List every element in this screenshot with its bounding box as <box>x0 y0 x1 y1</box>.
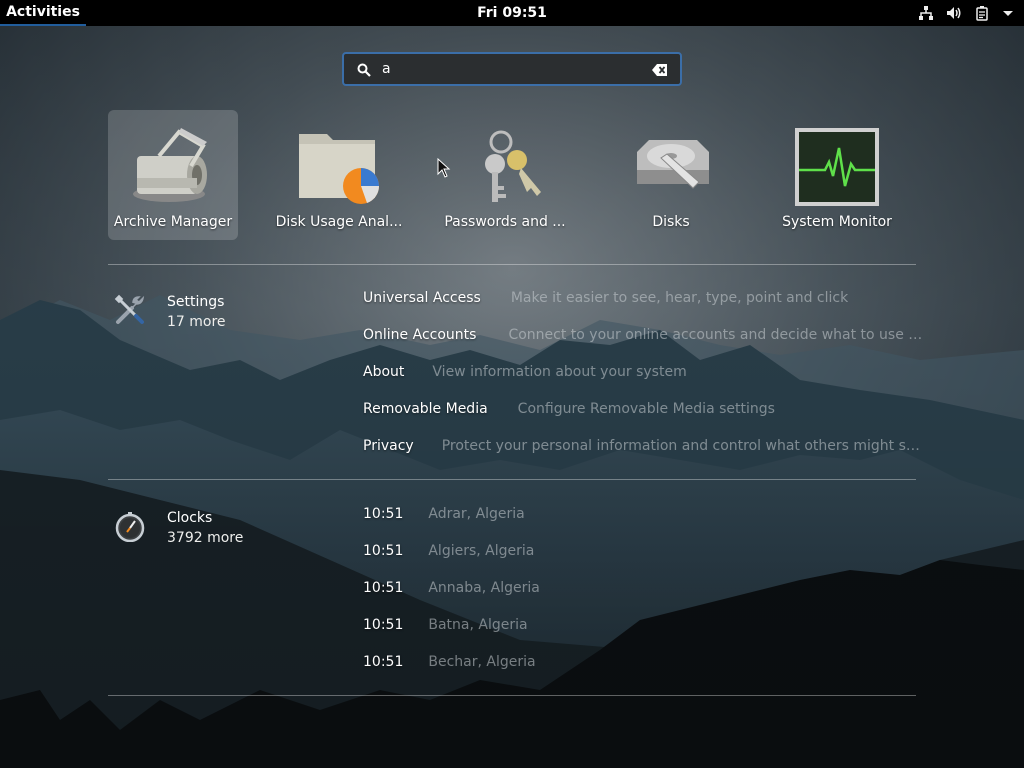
result-place: Algiers, Algeria <box>428 543 535 559</box>
result-place: Bechar, Algeria <box>428 654 536 670</box>
mouse-pointer-icon <box>437 157 451 182</box>
app-label: Disks <box>652 214 690 230</box>
result-title: Online Accounts <box>363 327 477 343</box>
search-entry[interactable] <box>342 52 682 86</box>
settings-result-removable-media[interactable]: Removable Media Configure Removable Medi… <box>363 401 923 438</box>
top-bar: Activities Fri 09:51 <box>0 0 1024 26</box>
app-disk-usage-analyzer[interactable]: Disk Usage Anal... <box>274 110 404 240</box>
archive-manager-icon <box>129 126 217 208</box>
result-place: Annaba, Algeria <box>428 580 540 596</box>
settings-result-privacy[interactable]: Privacy Protect your personal informatio… <box>363 438 923 475</box>
result-title: Privacy <box>363 438 414 454</box>
app-label: Archive Manager <box>113 214 233 230</box>
result-description: Make it easier to see, hear, type, point… <box>510 290 849 306</box>
edit-clear-icon[interactable] <box>652 62 668 81</box>
result-title: Universal Access <box>363 290 481 306</box>
system-menu-arrow-icon[interactable] <box>1002 7 1014 19</box>
result-time: 10:51 <box>363 580 404 596</box>
result-time: 10:51 <box>363 654 404 670</box>
result-description: Configure Removable Media settings <box>517 401 775 417</box>
result-description: Connect to your online accounts and deci… <box>508 327 923 343</box>
clock-display: Fri 09:51 <box>0 0 1024 26</box>
app-label: Passwords and ... <box>444 214 566 230</box>
provider-clocks[interactable]: Clocks 3792 more <box>112 508 243 548</box>
result-title: About <box>363 364 405 380</box>
settings-results-list: Universal Access Make it easier to see, … <box>363 290 923 475</box>
settings-tools-icon <box>112 292 148 328</box>
provider-text: Clocks 3792 more <box>167 508 243 548</box>
settings-result-universal-access[interactable]: Universal Access Make it easier to see, … <box>363 290 923 327</box>
clocks-results-list: 10:51 Adrar, Algeria 10:51 Algiers, Alge… <box>363 506 923 691</box>
result-place: Batna, Algeria <box>428 617 528 633</box>
app-label: System Monitor <box>782 214 892 230</box>
provider-more-count: 17 more <box>167 314 226 330</box>
settings-result-online-accounts[interactable]: Online Accounts Connect to your online a… <box>363 327 923 364</box>
clock-result-bechar[interactable]: 10:51 Bechar, Algeria <box>363 654 923 691</box>
provider-text: Settings 17 more <box>167 292 226 332</box>
clock-result-batna[interactable]: 10:51 Batna, Algeria <box>363 617 923 654</box>
result-time: 10:51 <box>363 543 404 559</box>
system-tray[interactable] <box>918 0 1014 26</box>
result-time: 10:51 <box>363 506 404 522</box>
clock-result-adrar[interactable]: 10:51 Adrar, Algeria <box>363 506 923 543</box>
provider-name: Settings <box>167 294 225 310</box>
network-wired-icon[interactable] <box>918 5 934 21</box>
result-time: 10:51 <box>363 617 404 633</box>
provider-name: Clocks <box>167 510 213 526</box>
section-divider <box>108 695 916 696</box>
search-input[interactable] <box>382 58 642 80</box>
system-monitor-icon <box>793 126 881 208</box>
disk-usage-analyzer-icon <box>295 126 383 208</box>
section-divider <box>108 479 916 480</box>
app-archive-manager[interactable]: Archive Manager <box>108 110 238 240</box>
app-label: Disk Usage Anal... <box>275 214 403 230</box>
battery-icon[interactable] <box>974 5 990 21</box>
section-divider <box>108 264 916 265</box>
clock-button[interactable]: Fri 09:51 <box>477 5 547 21</box>
app-system-monitor[interactable]: System Monitor <box>772 110 902 240</box>
volume-icon[interactable] <box>946 5 962 21</box>
provider-settings[interactable]: Settings 17 more <box>112 292 226 332</box>
passwords-keys-icon <box>461 126 549 208</box>
app-search-results: Archive Manager Disk Usage Anal... Passw… <box>0 110 1024 242</box>
result-description: View information about your system <box>432 364 687 380</box>
result-place: Adrar, Algeria <box>428 506 525 522</box>
search-icon <box>357 62 371 81</box>
result-description: Protect your personal information and co… <box>441 438 923 454</box>
app-passwords-and-keys[interactable]: Passwords and ... <box>440 110 570 240</box>
clocks-icon <box>112 508 148 544</box>
result-title: Removable Media <box>363 401 488 417</box>
settings-result-about[interactable]: About View information about your system <box>363 364 923 401</box>
app-disks[interactable]: Disks <box>606 110 736 240</box>
disks-icon <box>627 126 715 208</box>
provider-more-count: 3792 more <box>167 530 244 546</box>
clock-result-algiers[interactable]: 10:51 Algiers, Algeria <box>363 543 923 580</box>
clock-result-annaba[interactable]: 10:51 Annaba, Algeria <box>363 580 923 617</box>
activities-button[interactable]: Activities <box>0 0 86 26</box>
